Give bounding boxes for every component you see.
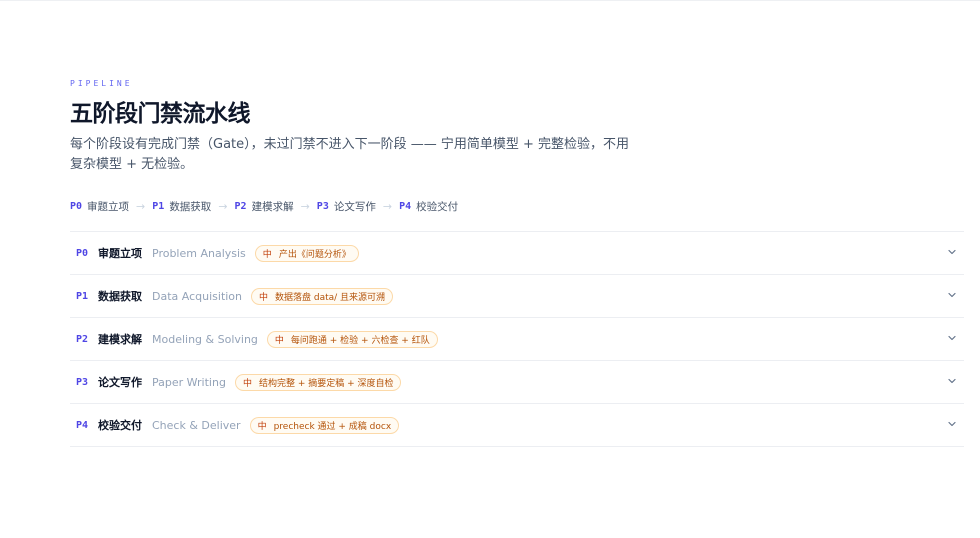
stage-code: P1 — [76, 290, 89, 302]
stage-row-p1[interactable]: P1 数据获取 Data Acquisition 中 数据落盘 data/ 且来… — [70, 275, 964, 318]
gate-label: 产出《问题分析》 — [278, 249, 351, 260]
flow-step-label: 校验交付 — [416, 200, 459, 213]
gate-badge: 中 产出《问题分析》 — [254, 244, 359, 262]
flow-step-p2: P2 建模求解 — [235, 199, 294, 214]
gate-badge: 中 结构完整 + 摘要定稿 + 深度自检 — [234, 373, 402, 391]
gate-badge: 中 每问跑通 + 检验 + 六检查 + 红队 — [266, 330, 438, 348]
flow-step-p3: P3 论文写作 — [317, 199, 376, 214]
stage-row-p4[interactable]: P4 校验交付 Check & Deliver 中 precheck 通过 + … — [70, 404, 964, 447]
flow-step-p0: P0 审题立项 — [70, 199, 129, 214]
gate-label: 结构完整 + 摘要定稿 + 深度自检 — [258, 378, 394, 389]
page-title: 五阶段门禁流水线 — [70, 101, 251, 127]
stage-title: 审题立项 — [98, 247, 142, 260]
flow-step-label: 论文写作 — [333, 200, 376, 213]
arrow-right-icon: → — [136, 199, 146, 213]
stage-row-p3[interactable]: P3 论文写作 Paper Writing 中 结构完整 + 摘要定稿 + 深度… — [70, 361, 964, 404]
chevron-down-icon[interactable] — [946, 375, 958, 387]
chevron-down-icon[interactable] — [946, 246, 958, 258]
gate-icon: 中 — [242, 378, 252, 389]
gate-badge: 中 数据落盘 data/ 且来源可溯 — [251, 287, 394, 305]
gate-icon: 中 — [274, 335, 284, 346]
chevron-down-icon[interactable] — [946, 289, 958, 301]
flow-step-code: P4 — [399, 200, 412, 212]
stage-row-p2[interactable]: P2 建模求解 Modeling & Solving 中 每问跑通 + 检验 +… — [70, 318, 964, 361]
chevron-down-icon[interactable] — [946, 332, 958, 344]
stage-accordion: P0 审题立项 Problem Analysis 中 产出《问题分析》 P1 数… — [70, 231, 964, 447]
stage-title: 论文写作 — [98, 376, 142, 389]
stage-english-title: Problem Analysis — [152, 246, 246, 260]
pipeline-section: PIPELINE 五阶段门禁流水线 每个阶段设有完成门禁（Gate），未过门禁不… — [70, 79, 964, 447]
stage-flow: P0 审题立项 → P1 数据获取 → P2 建模求解 → P3 论文写作 → … — [70, 197, 964, 215]
flow-step-code: P1 — [152, 200, 165, 212]
flow-step-label: 审题立项 — [87, 200, 130, 213]
arrow-right-icon: → — [218, 199, 228, 213]
stage-english-title: Data Acquisition — [152, 289, 243, 303]
stage-code: P0 — [76, 247, 89, 259]
flow-step-code: P0 — [70, 200, 83, 212]
section-eyebrow: PIPELINE — [70, 79, 133, 88]
stage-code: P4 — [76, 419, 89, 431]
stage-title: 建模求解 — [98, 333, 142, 346]
stage-title: 数据获取 — [98, 290, 142, 303]
arrow-right-icon: → — [300, 199, 310, 213]
gate-label: 每问跑通 + 检验 + 六检查 + 红队 — [290, 335, 430, 346]
flow-step-p4: P4 校验交付 — [399, 199, 458, 214]
flow-step-p1: P1 数据获取 — [152, 199, 211, 214]
flow-step-label: 建模求解 — [251, 200, 294, 213]
gate-icon: 中 — [262, 249, 272, 260]
stage-title: 校验交付 — [98, 419, 142, 432]
flow-step-code: P2 — [234, 200, 247, 212]
stage-code: P3 — [76, 376, 89, 388]
stage-code: P2 — [76, 333, 89, 345]
gate-label: precheck 通过 + 成稿 docx — [273, 421, 392, 432]
gate-icon: 中 — [257, 421, 267, 432]
stage-row-p0[interactable]: P0 审题立项 Problem Analysis 中 产出《问题分析》 — [70, 232, 964, 275]
gate-label: 数据落盘 data/ 且来源可溯 — [275, 292, 386, 303]
top-divider — [0, 0, 980, 1]
stage-english-title: Check & Deliver — [152, 418, 241, 432]
gate-icon: 中 — [259, 292, 269, 303]
flow-step-code: P3 — [316, 200, 329, 212]
page-description: 每个阶段设有完成门禁（Gate），未过门禁不进入下一阶段 —— 宁用简单模型 +… — [70, 137, 630, 172]
chevron-down-icon[interactable] — [946, 418, 958, 430]
arrow-right-icon: → — [382, 199, 393, 213]
flow-step-label: 数据获取 — [169, 200, 212, 213]
stage-english-title: Paper Writing — [152, 375, 226, 389]
stage-english-title: Modeling & Solving — [152, 332, 258, 346]
gate-badge: 中 precheck 通过 + 成稿 docx — [249, 416, 400, 434]
